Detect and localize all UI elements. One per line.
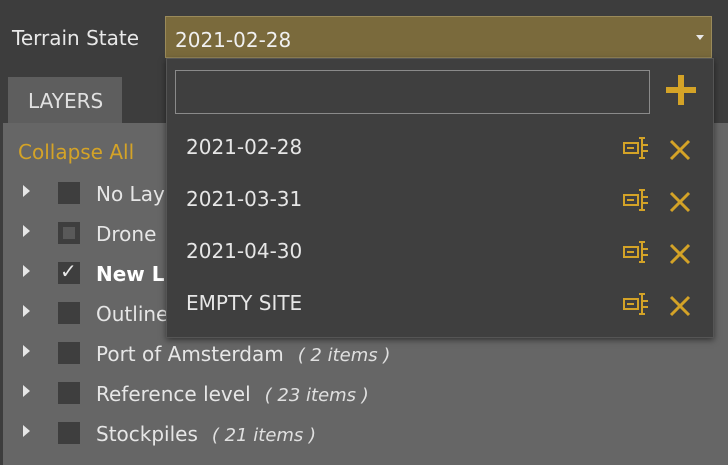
layer-checkbox[interactable]: [58, 182, 80, 204]
terrain-state-option-label: 2021-02-28: [186, 135, 303, 159]
rename-icon[interactable]: [623, 137, 649, 159]
terrain-state-dropdown: 2021-02-28 2021-03-31 2021-04-30 EMPTY S…: [166, 58, 714, 338]
terrain-state-option-label: EMPTY SITE: [186, 291, 303, 315]
layer-name-wrapper: Port of Amsterdam ( 2 items ): [96, 342, 390, 366]
close-icon[interactable]: [668, 294, 692, 318]
terrain-state-selected-value: 2021-02-28: [175, 28, 292, 52]
layer-item-count: ( 23 items ): [264, 385, 369, 406]
layer-row[interactable]: Reference level ( 23 items ): [0, 382, 728, 422]
expand-arrow-icon[interactable]: [23, 225, 30, 237]
layer-checkbox[interactable]: [58, 302, 80, 324]
terrain-state-option[interactable]: 2021-02-28: [167, 122, 713, 174]
layer-checkbox[interactable]: [58, 342, 80, 364]
expand-arrow-icon[interactable]: [23, 345, 30, 357]
tab-layers-label: LAYERS: [28, 89, 104, 113]
terrain-state-select[interactable]: 2021-02-28: [165, 16, 712, 58]
layer-checkbox[interactable]: [58, 422, 80, 444]
rename-icon[interactable]: [623, 241, 649, 263]
layer-row[interactable]: Port of Amsterdam ( 2 items ): [0, 342, 728, 382]
close-icon[interactable]: [668, 190, 692, 214]
expand-arrow-icon[interactable]: [23, 385, 30, 397]
expand-arrow-icon[interactable]: [23, 425, 30, 437]
terrain-state-search-input[interactable]: [175, 70, 650, 114]
layer-checkbox[interactable]: [58, 382, 80, 404]
terrain-state-option-label: 2021-03-31: [186, 187, 303, 211]
checkmark-icon: ✓: [60, 259, 77, 283]
expand-arrow-icon[interactable]: [23, 185, 30, 197]
close-icon[interactable]: [668, 138, 692, 162]
layer-name: Port of Amsterdam: [96, 342, 284, 366]
layer-name: Drone: [96, 222, 157, 246]
layer-name: Reference level: [96, 382, 251, 406]
layer-name: Outline: [96, 302, 169, 326]
expand-arrow-icon[interactable]: [23, 265, 30, 277]
layer-name: New L: [96, 262, 165, 286]
terrain-state-option[interactable]: 2021-03-31: [167, 174, 713, 226]
layer-checkbox[interactable]: ✓: [58, 259, 80, 284]
terrain-state-label: Terrain State: [12, 26, 140, 50]
layer-name: No Lay: [96, 182, 165, 206]
layer-row[interactable]: Stockpiles ( 21 items ): [0, 422, 728, 462]
plus-icon[interactable]: [664, 73, 698, 107]
layer-checkbox[interactable]: [58, 222, 80, 244]
tab-layers[interactable]: LAYERS: [8, 77, 122, 123]
terrain-state-option[interactable]: 2021-04-30: [167, 226, 713, 278]
layer-item-count: ( 2 items ): [297, 345, 391, 366]
expand-arrow-icon[interactable]: [23, 305, 30, 317]
rename-icon[interactable]: [623, 293, 649, 315]
terrain-state-option[interactable]: EMPTY SITE: [167, 278, 713, 330]
chevron-down-icon[interactable]: [696, 35, 704, 40]
rename-icon[interactable]: [623, 189, 649, 211]
layer-item-count: ( 21 items ): [211, 425, 317, 446]
layer-name-wrapper: Stockpiles ( 21 items ): [96, 422, 316, 446]
layer-name-wrapper: Reference level ( 23 items ): [96, 382, 369, 406]
terrain-state-option-label: 2021-04-30: [186, 239, 303, 263]
layer-name: Stockpiles: [96, 422, 198, 446]
collapse-all-link[interactable]: Collapse All: [18, 140, 134, 164]
close-icon[interactable]: [668, 242, 692, 266]
